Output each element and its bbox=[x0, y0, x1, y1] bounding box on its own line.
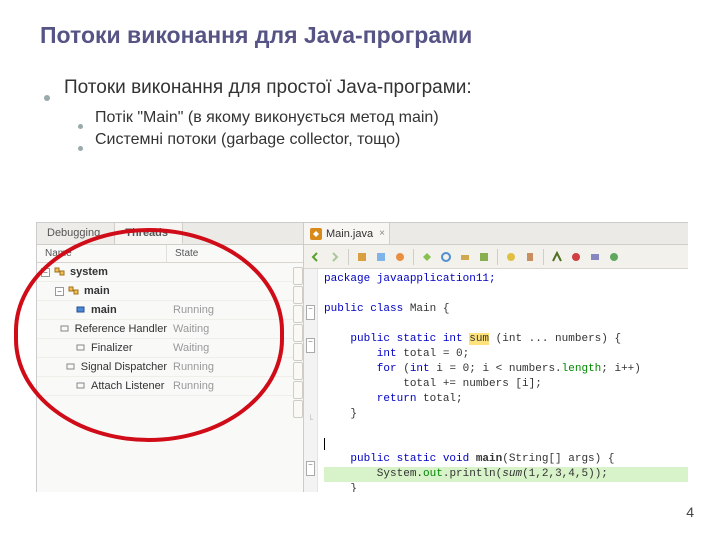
thread-icon bbox=[75, 381, 87, 391]
debug-panel: Debugging Threads Name State − system bbox=[36, 222, 304, 492]
tree-row-main-group[interactable]: − main bbox=[37, 282, 303, 301]
thread-icon bbox=[75, 305, 87, 315]
file-tab-label: Main.java bbox=[326, 228, 373, 240]
toolbar-icon[interactable] bbox=[606, 249, 622, 265]
drag-handle-icon[interactable] bbox=[293, 362, 303, 380]
twisty-icon[interactable]: − bbox=[55, 287, 64, 296]
history-forward-icon[interactable] bbox=[327, 249, 343, 265]
toolbar-icon[interactable] bbox=[392, 249, 408, 265]
toolbar-icon[interactable] bbox=[457, 249, 473, 265]
bullet-sub1-text: Потік "Main" (в якому виконується метод … bbox=[95, 109, 439, 127]
tree-row-system[interactable]: − system bbox=[37, 263, 303, 282]
bullet-sub2-text: Системні потоки (garbage collector, тощо… bbox=[95, 131, 400, 149]
fold-icon[interactable]: − bbox=[306, 305, 315, 320]
history-back-icon[interactable] bbox=[308, 249, 324, 265]
toolbar-icon[interactable] bbox=[549, 249, 565, 265]
bullet-list: Потоки виконання для простої Java-програ… bbox=[0, 49, 720, 149]
thread-icon bbox=[59, 324, 71, 334]
table-row[interactable]: Reference Handler Waiting bbox=[37, 320, 303, 339]
panel-tabs: Debugging Threads bbox=[37, 223, 303, 245]
toolbar-icon[interactable] bbox=[568, 249, 584, 265]
close-icon[interactable]: × bbox=[379, 228, 385, 239]
java-file-icon bbox=[310, 228, 322, 240]
thread-name: Attach Listener bbox=[91, 380, 164, 392]
page-number: 4 bbox=[686, 504, 694, 520]
bullet-dot-icon bbox=[44, 95, 50, 101]
twisty-icon[interactable]: − bbox=[41, 268, 50, 277]
drag-handle-icon[interactable] bbox=[293, 343, 303, 361]
tab-threads[interactable]: Threads bbox=[115, 223, 183, 244]
table-header: Name State bbox=[37, 245, 303, 263]
editor-tabs: Main.java × bbox=[304, 223, 688, 245]
bullet-sub2: Системні потоки (garbage collector, тощо… bbox=[44, 127, 720, 149]
fold-gutter: − − └ − └ bbox=[304, 269, 318, 492]
thread-state: Running bbox=[167, 304, 303, 316]
thread-name: Reference Handler bbox=[75, 323, 167, 335]
thread-icon bbox=[75, 343, 87, 353]
thread-state: Running bbox=[167, 361, 303, 373]
toolbar-icon[interactable] bbox=[419, 249, 435, 265]
drag-handle-icon[interactable] bbox=[293, 286, 303, 304]
drag-handle-icon[interactable] bbox=[293, 305, 303, 323]
thread-tree: − system − main bbox=[37, 263, 303, 396]
table-row[interactable]: Finalizer Waiting bbox=[37, 339, 303, 358]
toolbar-icon[interactable] bbox=[522, 249, 538, 265]
drag-handle-icon[interactable] bbox=[293, 400, 303, 418]
toolbar-icon[interactable] bbox=[373, 249, 389, 265]
toolbar-icon[interactable] bbox=[354, 249, 370, 265]
table-row[interactable]: main Running bbox=[37, 301, 303, 320]
code-lines: package javaapplication11; public class … bbox=[318, 269, 688, 492]
editor-toolbar bbox=[304, 245, 688, 269]
bullet-dot-icon bbox=[78, 124, 83, 129]
tab-main-java[interactable]: Main.java × bbox=[304, 223, 390, 244]
table-row[interactable]: Attach Listener Running bbox=[37, 377, 303, 396]
bullet-main: Потоки виконання для простої Java-програ… bbox=[44, 77, 720, 105]
table-row[interactable]: Signal Dispatcher Running bbox=[37, 358, 303, 377]
code-editor[interactable]: − − └ − └ package javaapplication11; pub… bbox=[304, 269, 688, 492]
bullet-sub1: Потік "Main" (в якому виконується метод … bbox=[44, 105, 720, 127]
fold-icon[interactable]: − bbox=[306, 461, 315, 476]
thread-state: Waiting bbox=[167, 342, 303, 354]
thread-name: Finalizer bbox=[91, 342, 133, 354]
fold-icon[interactable]: − bbox=[306, 338, 315, 353]
editor-panel: Main.java × bbox=[304, 222, 688, 492]
drag-handle-icon[interactable] bbox=[293, 267, 303, 285]
thread-group-icon bbox=[68, 286, 80, 296]
bullet-dot-icon bbox=[78, 146, 83, 151]
bullet-main-text: Потоки виконання для простої Java-програ… bbox=[64, 77, 472, 99]
thread-name: Signal Dispatcher bbox=[81, 361, 167, 373]
panel-handles bbox=[293, 267, 303, 419]
tab-debugging[interactable]: Debugging bbox=[37, 223, 115, 244]
col-name: Name bbox=[37, 245, 167, 263]
thread-group-icon bbox=[54, 267, 66, 277]
toolbar-icon[interactable] bbox=[438, 249, 454, 265]
drag-handle-icon[interactable] bbox=[293, 324, 303, 342]
thread-state: Running bbox=[167, 380, 303, 392]
tree-label: main bbox=[84, 285, 110, 297]
col-state: State bbox=[167, 245, 303, 263]
ide-screenshot: Debugging Threads Name State − system bbox=[36, 222, 688, 492]
toolbar-icon[interactable] bbox=[587, 249, 603, 265]
thread-icon bbox=[65, 362, 77, 372]
toolbar-icon[interactable] bbox=[503, 249, 519, 265]
thread-name: main bbox=[91, 304, 117, 316]
drag-handle-icon[interactable] bbox=[293, 381, 303, 399]
toolbar-icon[interactable] bbox=[476, 249, 492, 265]
thread-state: Waiting bbox=[167, 323, 303, 335]
slide-title: Потоки виконання для Java-програми bbox=[0, 0, 720, 49]
tree-label: system bbox=[70, 266, 108, 278]
